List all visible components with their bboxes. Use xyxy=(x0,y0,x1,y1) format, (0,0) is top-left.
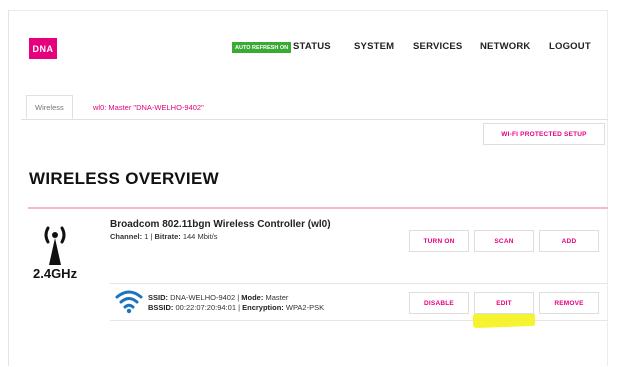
dna-logo[interactable]: DNA xyxy=(29,38,57,59)
nav-network[interactable]: NETWORK xyxy=(480,41,530,52)
controller-info: Channel: 1 | Bitrate: 144 Mbit/s xyxy=(110,232,218,241)
nav-logout[interactable]: LOGOUT xyxy=(549,41,591,52)
nav-system[interactable]: SYSTEM xyxy=(354,41,394,52)
autorefresh-badge[interactable]: AUTO REFRESH ON xyxy=(232,42,292,53)
channel-value: 1 xyxy=(144,232,149,241)
scan-button[interactable]: SCAN xyxy=(474,230,534,252)
wps-button[interactable]: WI-FI PROTECTED SETUP xyxy=(483,123,605,145)
bssid-line: BSSID: 00:22:07:20:94:01 | Encryption: W… xyxy=(148,303,325,312)
section-divider xyxy=(28,207,608,209)
bssid-label: BSSID: xyxy=(148,303,174,312)
ssid-line: SSID: DNA-WELHO-9402 | Mode: Master xyxy=(148,293,289,302)
edit-button[interactable]: EDIT xyxy=(474,292,534,314)
nav-services[interactable]: SERVICES xyxy=(413,41,462,52)
ssid-label: SSID: xyxy=(148,293,169,302)
bitrate-value: 144 Mbit/s xyxy=(182,232,218,241)
antenna-icon xyxy=(44,226,66,265)
bitrate-label: Bitrate: xyxy=(154,232,181,241)
frequency-label: 2.4GHz xyxy=(33,266,78,281)
add-button[interactable]: ADD xyxy=(539,230,599,252)
mode-value: Master xyxy=(265,293,289,302)
controller-name: Broadcom 802.11bgn Wireless Controller (… xyxy=(110,219,331,230)
disable-button[interactable]: DISABLE xyxy=(409,292,469,314)
nav-status[interactable]: STATUS xyxy=(293,41,331,52)
bssid-value: 00:22:07:20:94:01 xyxy=(175,303,236,312)
remove-button[interactable]: REMOVE xyxy=(539,292,599,314)
tab-bar: Wireless wl0: Master "DNA-WELHO-9402" xyxy=(21,95,608,120)
page-title: WIRELESS OVERVIEW xyxy=(29,169,219,188)
turn-on-button[interactable]: TURN ON xyxy=(409,230,469,252)
mode-label: Mode: xyxy=(241,293,264,302)
edit-highlight-mark xyxy=(472,311,536,329)
encryption-value: WPA2-PSK xyxy=(285,303,325,312)
wifi-icon xyxy=(115,290,143,314)
network-row-top-border xyxy=(110,283,608,284)
ssid-value: DNA-WELHO-9402 xyxy=(170,293,236,302)
tab-wl0-master[interactable]: wl0: Master "DNA-WELHO-9402" xyxy=(93,95,204,119)
tab-wireless[interactable]: Wireless xyxy=(26,95,73,119)
channel-label: Channel: xyxy=(110,232,143,241)
encryption-label: Encryption: xyxy=(242,303,284,312)
